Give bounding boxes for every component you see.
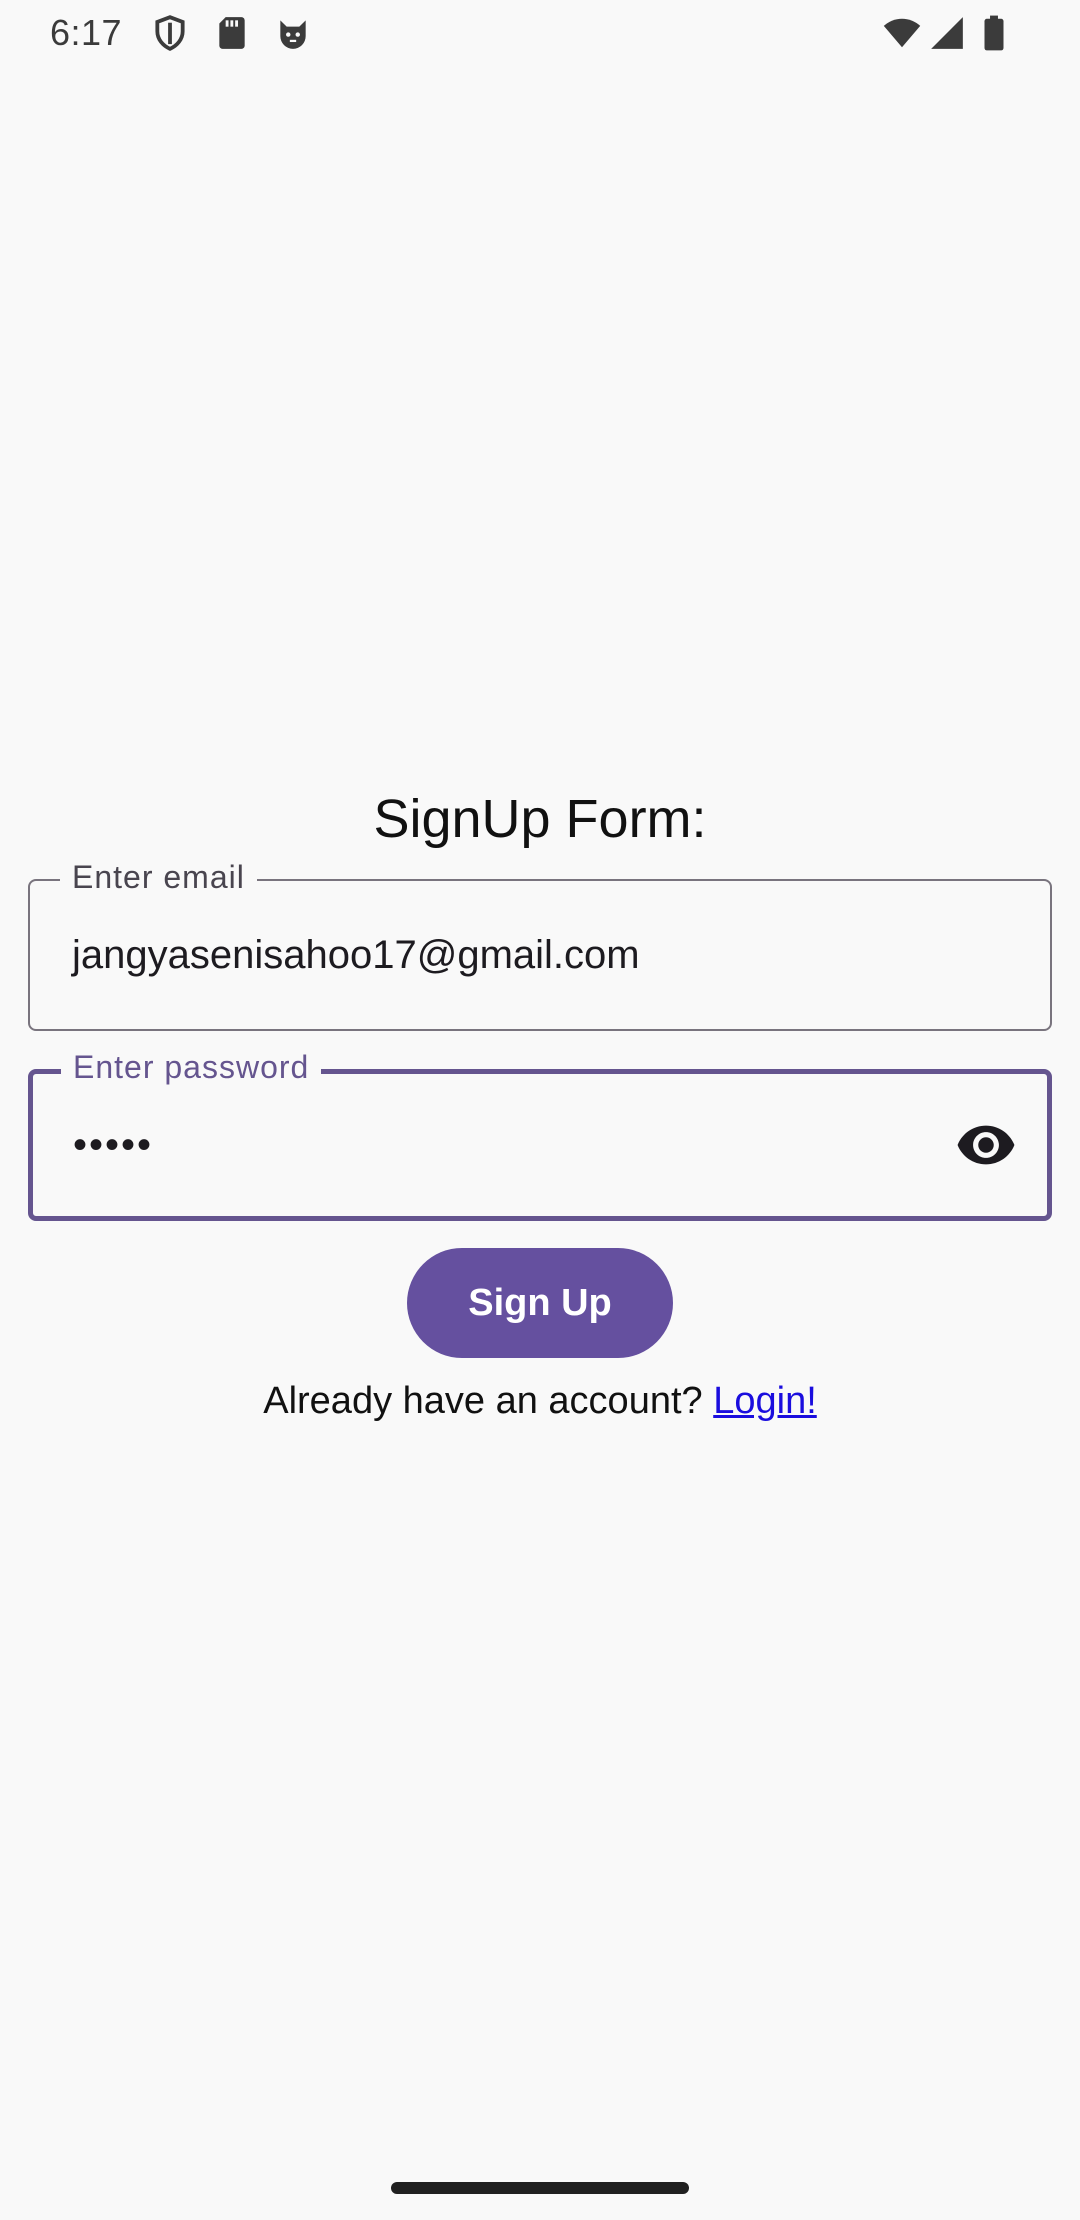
- login-link[interactable]: Login!: [713, 1380, 817, 1422]
- wifi-icon: [881, 14, 923, 52]
- page-title: SignUp Form:: [373, 789, 707, 849]
- login-prompt-row: Already have an account? Login!: [0, 1380, 1080, 1423]
- toggle-password-visibility-button[interactable]: [953, 1112, 1019, 1178]
- shield-icon: [151, 14, 189, 52]
- status-bar: 6:17: [0, 0, 1080, 66]
- status-time: 6:17: [50, 12, 123, 53]
- cat-face-icon: [274, 14, 312, 52]
- eye-icon: [957, 1125, 1015, 1165]
- signal-icon: [928, 14, 966, 52]
- email-input[interactable]: jangyasenisahoo17@gmail.com: [72, 881, 952, 1029]
- gesture-nav-handle[interactable]: [391, 2182, 689, 2194]
- login-prompt-text: Already have an account?: [263, 1380, 703, 1422]
- sd-card-icon: [213, 14, 251, 52]
- battery-icon: [980, 14, 1008, 52]
- password-field[interactable]: Enter password •••••: [28, 1045, 1052, 1221]
- email-field[interactable]: Enter email jangyasenisahoo17@gmail.com: [28, 855, 1052, 1031]
- signup-button[interactable]: Sign Up: [407, 1248, 673, 1358]
- password-input[interactable]: •••••: [73, 1074, 953, 1216]
